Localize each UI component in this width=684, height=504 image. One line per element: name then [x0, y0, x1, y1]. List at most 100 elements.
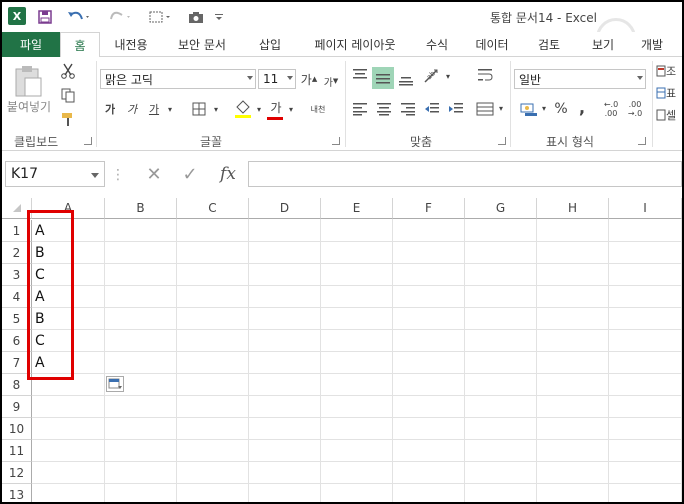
decrease-decimal-button[interactable]: .00 →.0	[624, 97, 646, 121]
font-color-dropdown-icon[interactable]: ▾	[286, 99, 296, 119]
grow-font-label: 가	[300, 72, 312, 87]
undo-icon[interactable]	[64, 7, 94, 27]
tab-file[interactable]: 파일	[2, 32, 60, 57]
select-objects-icon[interactable]	[146, 7, 174, 27]
fill-color-icon[interactable]	[232, 97, 254, 121]
column-header-g[interactable]: G	[465, 198, 537, 219]
tab-page-layout[interactable]: 페이지 레이아웃	[298, 32, 412, 57]
merge-center-icon[interactable]	[474, 99, 496, 119]
enter-entry-icon[interactable]: ✓	[178, 163, 202, 185]
column-header-e[interactable]: E	[321, 198, 393, 219]
phonetic-guide-button[interactable]: 내천	[306, 97, 330, 121]
column-gridline	[608, 219, 609, 502]
borders-icon[interactable]	[188, 99, 210, 119]
font-size-select[interactable]: 11	[258, 69, 296, 89]
column-gridline	[392, 219, 393, 502]
title-bar: X 통합 문서14 - Excel	[2, 2, 682, 58]
tab-secure-doc[interactable]: 보안 문서	[162, 32, 242, 57]
column-gridline	[464, 219, 465, 502]
row-gridline	[32, 285, 682, 286]
tab-private[interactable]: 내전용	[100, 32, 162, 57]
row-gridline	[32, 307, 682, 308]
tab-view[interactable]: 보기	[576, 32, 630, 57]
shrink-font-button[interactable]: 가 ▼	[322, 71, 340, 91]
customize-quick-access-icon[interactable]	[212, 7, 226, 27]
align-right-icon[interactable]	[398, 99, 418, 119]
decrease-indent-icon[interactable]	[422, 99, 442, 119]
number-launcher-icon[interactable]	[638, 137, 646, 145]
align-middle-icon[interactable]	[372, 67, 394, 89]
format-painter-icon[interactable]	[58, 109, 78, 129]
column-header-c[interactable]: C	[177, 198, 249, 219]
worksheet-grid[interactable]: A B C D E F G H I 1 2 3 4 5 6 7 8 9 10 11 12 13 A B C A B C A	[2, 198, 682, 502]
align-center-icon[interactable]	[374, 99, 394, 119]
column-header-b[interactable]: B	[105, 198, 177, 219]
formula-input[interactable]	[248, 161, 682, 187]
window-title: 통합 문서14 - Excel	[490, 11, 597, 25]
tab-insert[interactable]: 삽입	[242, 32, 298, 57]
accounting-dropdown-icon[interactable]: ▾	[540, 101, 548, 115]
column-header-d[interactable]: D	[249, 198, 321, 219]
camera-icon[interactable]	[186, 7, 206, 27]
name-box[interactable]: K17	[5, 161, 105, 187]
tab-formulas[interactable]: 수식	[412, 32, 462, 57]
align-left-icon[interactable]	[350, 99, 370, 119]
insert-function-icon[interactable]: fx	[214, 163, 242, 185]
redo-icon[interactable]	[106, 7, 134, 27]
font-name-select[interactable]: 맑은 고딕	[100, 69, 256, 89]
tab-home[interactable]: 홈	[60, 32, 100, 58]
row-header-11[interactable]: 11	[2, 440, 32, 462]
align-bottom-icon[interactable]	[396, 69, 416, 89]
wrap-text-icon[interactable]	[474, 65, 496, 85]
paste-icon[interactable]	[10, 63, 46, 99]
row-header-13[interactable]: 13	[2, 484, 32, 502]
grow-font-button[interactable]: 가 ▲	[300, 69, 318, 89]
underline-button[interactable]: 가	[146, 99, 162, 119]
merge-dropdown-icon[interactable]: ▾	[496, 101, 506, 115]
tab-data[interactable]: 데이터	[462, 32, 522, 57]
save-icon[interactable]	[36, 7, 54, 27]
accounting-format-icon[interactable]	[516, 99, 542, 119]
excel-logo-icon: X	[8, 7, 26, 25]
row-header-12[interactable]: 12	[2, 462, 32, 484]
column-gridline	[320, 219, 321, 502]
clipboard-group-label: 클립보드	[14, 135, 59, 149]
tab-review[interactable]: 검토	[522, 32, 576, 57]
orientation-icon[interactable]: ab	[420, 65, 444, 87]
font-color-button[interactable]: 가	[266, 97, 286, 117]
conditional-formatting-button[interactable]: 조	[656, 61, 682, 81]
increase-decimal-button[interactable]: ←.0 .00	[600, 97, 622, 121]
number-format-select[interactable]: 일반	[514, 69, 646, 89]
row-header-10[interactable]: 10	[2, 418, 32, 440]
font-launcher-icon[interactable]	[332, 137, 340, 145]
column-header-f[interactable]: F	[393, 198, 465, 219]
bold-button[interactable]: 가	[102, 99, 118, 119]
format-as-table-button[interactable]: 표	[656, 83, 682, 103]
cancel-entry-icon[interactable]: ✕	[142, 163, 166, 185]
italic-button[interactable]: 가	[124, 99, 140, 119]
column-gridline	[176, 219, 177, 502]
column-header-i[interactable]: I	[609, 198, 682, 219]
row-header-9[interactable]: 9	[2, 396, 32, 418]
clipboard-launcher-icon[interactable]	[84, 137, 92, 145]
increase-indent-icon[interactable]	[446, 99, 466, 119]
borders-dropdown-icon[interactable]: ▾	[210, 99, 222, 119]
percent-style-button[interactable]: %	[552, 99, 570, 119]
cut-icon[interactable]	[58, 61, 78, 81]
fill-color-dropdown-icon[interactable]: ▾	[254, 99, 264, 119]
paste-options-icon[interactable]	[106, 376, 124, 392]
row-gridline	[32, 351, 682, 352]
orientation-dropdown-icon[interactable]: ▾	[444, 69, 452, 83]
font-color-swatch	[267, 117, 283, 120]
tab-developer[interactable]: 개발	[630, 32, 674, 57]
column-header-h[interactable]: H	[537, 198, 609, 219]
copy-icon[interactable]	[58, 85, 78, 105]
cell-styles-button[interactable]: 셀	[656, 105, 682, 125]
paste-button-label[interactable]: 붙여넣기	[4, 99, 54, 114]
ribbon-home: 붙여넣기 클립보드 맑은 고딕 11 가 ▲ 가 ▼ 가 가 가 ▾ ▾ ▾ 가 ▾	[2, 57, 682, 151]
number-group-label: 표시 형식	[546, 135, 594, 149]
alignment-launcher-icon[interactable]	[498, 137, 506, 145]
align-top-icon[interactable]	[350, 65, 370, 85]
underline-dropdown-icon[interactable]: ▾	[164, 99, 176, 119]
comma-style-button[interactable]: ,	[574, 97, 590, 117]
